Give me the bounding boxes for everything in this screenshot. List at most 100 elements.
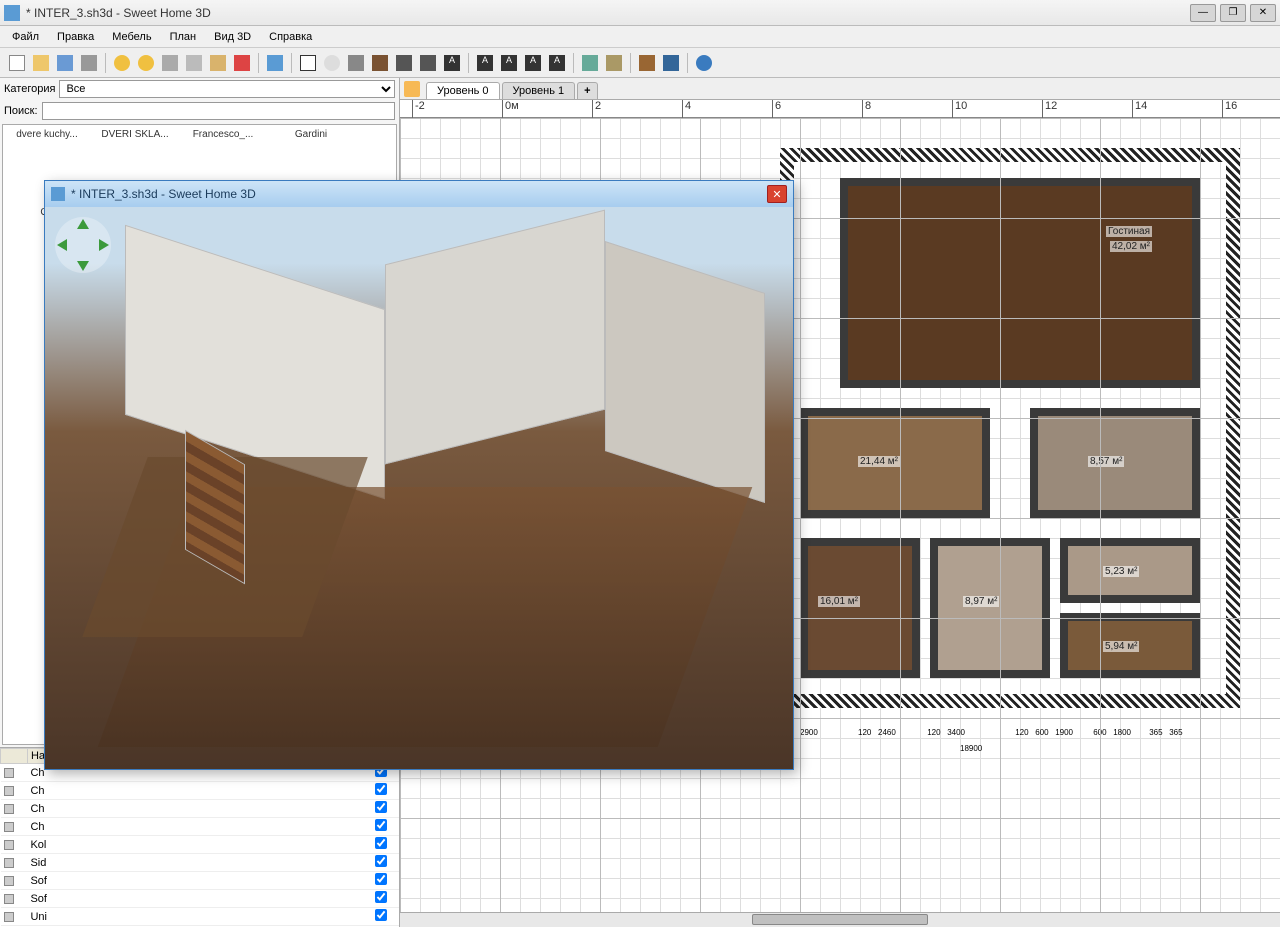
row-v1 bbox=[221, 782, 271, 800]
visible-checkbox[interactable] bbox=[375, 909, 387, 921]
italic-icon: A bbox=[549, 55, 565, 71]
col-check[interactable] bbox=[1, 749, 28, 764]
row-v3 bbox=[321, 800, 371, 818]
level-tab-0[interactable]: Уровень 0 bbox=[426, 82, 500, 99]
help-icon bbox=[696, 55, 712, 71]
window-title: * INTER_3.sh3d - Sweet Home 3D bbox=[26, 6, 1190, 20]
row-name: Ch bbox=[27, 800, 221, 818]
furniture-row[interactable]: Ch bbox=[1, 782, 399, 800]
row-v1 bbox=[221, 872, 271, 890]
room-living[interactable]: Гостиная 42,02 м² bbox=[840, 178, 1200, 388]
paste-button[interactable] bbox=[207, 52, 229, 74]
paste-icon bbox=[210, 55, 226, 71]
undo-button[interactable] bbox=[111, 52, 133, 74]
zoom-out-button[interactable] bbox=[603, 52, 625, 74]
scrollbar-thumb[interactable] bbox=[752, 914, 928, 925]
create-polyline-tool[interactable] bbox=[393, 52, 415, 74]
furniture-list[interactable]: Наимен ChChChChKolSidSofSofUniVanbedCatG… bbox=[0, 747, 399, 927]
increase-text-size-button[interactable]: A bbox=[474, 52, 496, 74]
room-8b[interactable]: 8,97 м² bbox=[930, 538, 1050, 678]
furniture-row[interactable]: Sof bbox=[1, 872, 399, 890]
category-row: Категория Все bbox=[0, 78, 399, 100]
create-video-button[interactable] bbox=[660, 52, 682, 74]
menu-3dview[interactable]: Вид 3D bbox=[206, 29, 259, 45]
menu-furniture[interactable]: Мебель bbox=[104, 29, 159, 45]
ruler-tick: 4 bbox=[682, 100, 691, 118]
save-button[interactable] bbox=[54, 52, 76, 74]
copy-button[interactable] bbox=[183, 52, 205, 74]
create-photo-button[interactable] bbox=[636, 52, 658, 74]
close-button[interactable]: ✕ bbox=[1250, 4, 1276, 22]
lock-icon[interactable] bbox=[404, 81, 420, 97]
color-swatch bbox=[4, 876, 14, 886]
delete-button[interactable] bbox=[231, 52, 253, 74]
furniture-row[interactable]: Ch bbox=[1, 800, 399, 818]
room-5b[interactable]: 5,94 м² bbox=[1060, 613, 1200, 678]
3d-close-button[interactable]: ✕ bbox=[767, 185, 787, 203]
category-select[interactable]: Все bbox=[59, 80, 395, 98]
visible-checkbox[interactable] bbox=[375, 819, 387, 831]
horizontal-scrollbar[interactable] bbox=[400, 912, 1280, 927]
search-input[interactable] bbox=[42, 102, 395, 120]
pan-tool[interactable] bbox=[321, 52, 343, 74]
separator bbox=[291, 53, 292, 73]
dimension-value: 120 bbox=[858, 728, 871, 737]
redo-button[interactable] bbox=[135, 52, 157, 74]
menu-file[interactable]: Файл bbox=[4, 29, 47, 45]
color-swatch bbox=[4, 858, 14, 868]
cut-button[interactable] bbox=[159, 52, 181, 74]
separator bbox=[687, 53, 688, 73]
room-8[interactable]: 8,57 м² bbox=[1030, 408, 1200, 518]
visible-checkbox[interactable] bbox=[375, 783, 387, 795]
row-name: Uni bbox=[27, 908, 221, 926]
row-v3 bbox=[321, 890, 371, 908]
room-21[interactable]: 21,44 м² bbox=[800, 408, 990, 518]
color-swatch bbox=[4, 768, 14, 778]
3d-viewport[interactable] bbox=[45, 207, 793, 769]
menu-help[interactable]: Справка bbox=[261, 29, 320, 45]
menu-edit[interactable]: Правка bbox=[49, 29, 102, 45]
menu-plan[interactable]: План bbox=[162, 29, 205, 45]
help-button[interactable] bbox=[693, 52, 715, 74]
new-button[interactable] bbox=[6, 52, 28, 74]
create-text-tool[interactable]: A bbox=[441, 52, 463, 74]
furniture-row[interactable]: Uni bbox=[1, 908, 399, 926]
furniture-row[interactable]: Sid bbox=[1, 854, 399, 872]
window-buttons: — ❐ ✕ bbox=[1190, 4, 1276, 22]
row-name: Sid bbox=[27, 854, 221, 872]
bold-button[interactable]: A bbox=[522, 52, 544, 74]
dimension-value: 120 bbox=[1015, 728, 1028, 737]
catalog-item-label: Francesco_... bbox=[183, 129, 263, 140]
add-furniture-button[interactable] bbox=[264, 52, 286, 74]
row-v1 bbox=[221, 818, 271, 836]
visible-checkbox[interactable] bbox=[375, 855, 387, 867]
floorplan: Гостиная 42,02 м² 21,44 м² 8,57 м² 16,01… bbox=[780, 148, 1240, 708]
add-level-tab[interactable]: + bbox=[577, 82, 597, 99]
visible-checkbox[interactable] bbox=[375, 873, 387, 885]
italic-button[interactable]: A bbox=[546, 52, 568, 74]
furniture-row[interactable]: Sof bbox=[1, 890, 399, 908]
furniture-row[interactable]: Kol bbox=[1, 836, 399, 854]
decrease-text-size-button[interactable]: A bbox=[498, 52, 520, 74]
preferences-button[interactable] bbox=[78, 52, 100, 74]
visible-checkbox[interactable] bbox=[375, 801, 387, 813]
room-16[interactable]: 16,01 м² bbox=[800, 538, 920, 678]
3d-titlebar[interactable]: * INTER_3.sh3d - Sweet Home 3D ✕ bbox=[45, 181, 793, 207]
select-tool[interactable] bbox=[297, 52, 319, 74]
3d-view-window[interactable]: * INTER_3.sh3d - Sweet Home 3D ✕ bbox=[44, 180, 794, 770]
open-button[interactable] bbox=[30, 52, 52, 74]
create-rooms-tool[interactable] bbox=[369, 52, 391, 74]
level-tab-1[interactable]: Уровень 1 bbox=[502, 82, 576, 99]
room-5b-area: 5,94 м² bbox=[1103, 641, 1139, 652]
visible-checkbox[interactable] bbox=[375, 891, 387, 903]
minimize-button[interactable]: — bbox=[1190, 4, 1216, 22]
zoom-in-button[interactable] bbox=[579, 52, 601, 74]
furniture-row[interactable]: Ch bbox=[1, 818, 399, 836]
color-swatch bbox=[4, 894, 14, 904]
create-dimensions-tool[interactable] bbox=[417, 52, 439, 74]
row-v2 bbox=[271, 836, 321, 854]
visible-checkbox[interactable] bbox=[375, 837, 387, 849]
maximize-button[interactable]: ❐ bbox=[1220, 4, 1246, 22]
room-5[interactable]: 5,23 м² bbox=[1060, 538, 1200, 603]
create-walls-tool[interactable] bbox=[345, 52, 367, 74]
